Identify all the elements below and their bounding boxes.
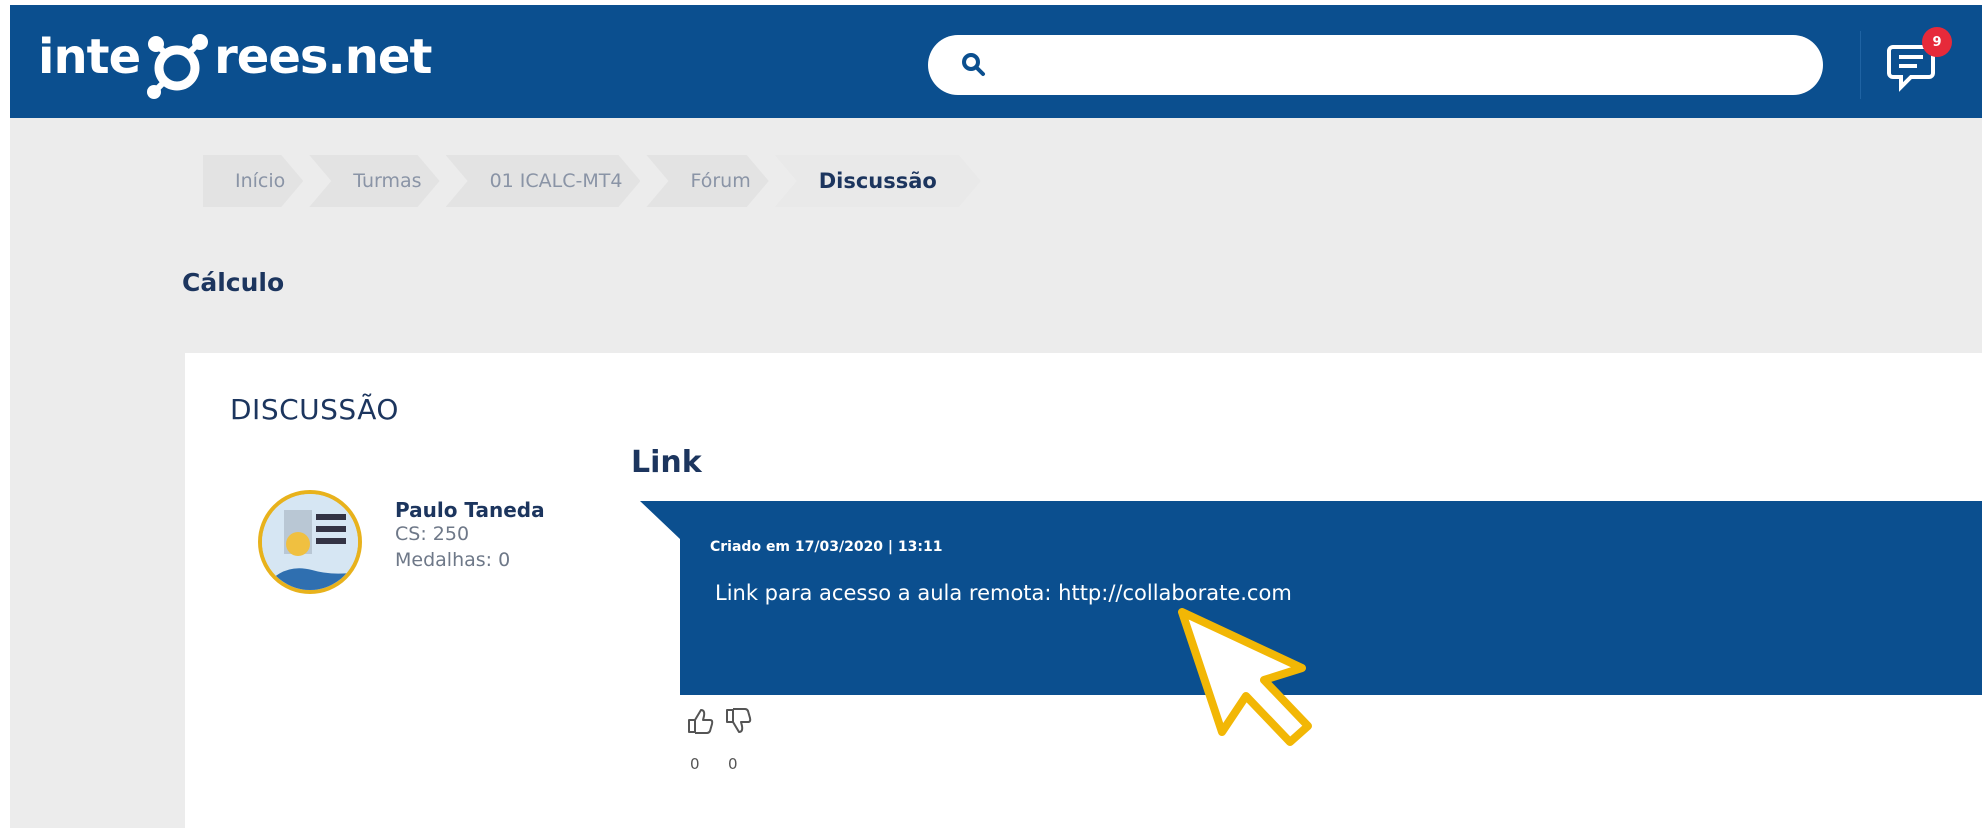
header-divider xyxy=(1860,31,1861,99)
page-title: Cálculo xyxy=(182,268,285,297)
site-logo[interactable]: inte rees.net xyxy=(38,27,432,99)
breadcrumb: Início Turmas 01 ICALC-MT4 Fórum Discuss… xyxy=(203,155,987,207)
breadcrumb-item-class[interactable]: 01 ICALC-MT4 xyxy=(446,155,641,207)
author-name[interactable]: Paulo Taneda xyxy=(395,498,545,522)
breadcrumb-item-turmas[interactable]: Turmas xyxy=(309,155,439,207)
author-medals: Medalhas: 0 xyxy=(395,549,511,571)
notification-badge: 9 xyxy=(1922,27,1952,57)
logo-text-left: inte xyxy=(38,29,141,85)
breadcrumb-item-forum[interactable]: Fórum xyxy=(646,155,768,207)
thumbs-up-icon xyxy=(688,709,714,734)
thumbs-down-icon xyxy=(726,708,752,733)
breadcrumb-item-discussao: Discussão xyxy=(775,155,981,207)
post-title: Link xyxy=(631,445,702,480)
cursor-arrow-icon xyxy=(1178,608,1312,746)
page-frame: inte rees.net 9 Início Turmas 01 ICALC-M… xyxy=(10,5,1982,828)
avatar[interactable] xyxy=(258,490,362,594)
search-input[interactable] xyxy=(928,35,1823,95)
discussion-card: DISCUSSÃO Paulo Taneda CS: 250 Medalhas:… xyxy=(185,353,1982,828)
post-meta: Criado em 17/03/2020 | 13:11 xyxy=(710,539,943,555)
molecule-logo-icon xyxy=(142,30,212,100)
like-button[interactable] xyxy=(685,706,715,736)
author-cs: CS: 250 xyxy=(395,523,470,545)
dislike-count: 0 xyxy=(728,755,738,773)
like-count: 0 xyxy=(690,755,700,773)
search-icon xyxy=(962,53,985,76)
logo-text-right: rees.net xyxy=(214,29,432,85)
post-body[interactable]: Link para acesso a aula remota: http://c… xyxy=(715,581,1292,605)
breadcrumb-item-inicio[interactable]: Início xyxy=(203,155,303,207)
dislike-button[interactable] xyxy=(723,706,753,736)
section-label: DISCUSSÃO xyxy=(230,393,399,426)
top-bar: inte rees.net 9 xyxy=(10,5,1982,118)
